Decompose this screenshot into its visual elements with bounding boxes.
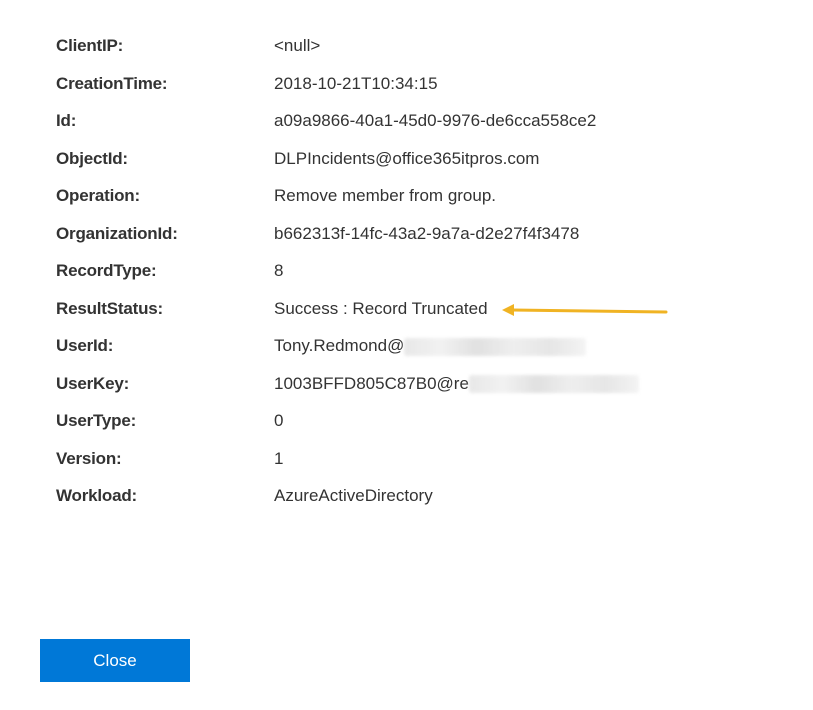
detail-row-workload: Workload: AzureActiveDirectory xyxy=(56,483,776,521)
detail-row-userid: UserId: Tony.Redmond@ xyxy=(56,333,776,371)
detail-value: Success : Record Truncated xyxy=(274,298,488,318)
detail-value: Remove member from group. xyxy=(274,186,497,205)
detail-value: AzureActiveDirectory xyxy=(274,486,433,505)
detail-label: ClientIP: xyxy=(56,36,124,55)
redacted-text xyxy=(468,375,639,394)
detail-row-operation: Operation: Remove member from group. xyxy=(56,183,776,221)
detail-label: ObjectId: xyxy=(56,148,128,168)
detail-value: DLPIncidents@office365itpros.com xyxy=(274,148,540,168)
detail-row-version: Version: 1 xyxy=(56,446,776,484)
detail-row-clientip: ClientIP: <null> xyxy=(56,33,776,71)
detail-value-wrapper: 1003BFFD805C87B0@re xyxy=(274,371,639,397)
detail-label: Operation: xyxy=(56,186,140,205)
detail-value: <null> xyxy=(274,36,321,55)
detail-label: ResultStatus: xyxy=(56,298,163,318)
detail-label: Version: xyxy=(56,448,122,468)
detail-row-recordtype: RecordType: 8 xyxy=(56,258,776,296)
detail-label: Id: xyxy=(56,111,77,130)
detail-label: UserId: xyxy=(56,336,114,355)
detail-row-organizationid: OrganizationId: b662313f-14fc-43a2-9a7a-… xyxy=(56,221,776,259)
detail-row-id: Id: a09a9866-40a1-45d0-9976-de6cca558ce2 xyxy=(56,108,776,146)
detail-label: Workload: xyxy=(56,486,138,505)
detail-label: RecordType: xyxy=(56,261,157,280)
detail-value: b662313f-14fc-43a2-9a7a-d2e27f4f3478 xyxy=(274,223,580,243)
detail-row-userkey: UserKey: 1003BFFD805C87B0@re xyxy=(56,371,776,409)
detail-label: OrganizationId: xyxy=(56,223,178,243)
detail-label: UserKey: xyxy=(56,373,130,393)
redacted-text xyxy=(404,337,587,356)
detail-value: 0 xyxy=(274,411,284,430)
detail-value: 2018-10-21T10:34:15 xyxy=(274,73,438,93)
detail-row-creationtime: CreationTime: 2018-10-21T10:34:15 xyxy=(56,71,776,109)
detail-value: 1003BFFD805C87B0@re xyxy=(274,373,469,393)
close-button[interactable]: Close xyxy=(40,639,190,682)
detail-value: 8 xyxy=(274,261,284,280)
detail-label: CreationTime: xyxy=(56,73,168,93)
audit-record-details: ClientIP: <null> CreationTime: 2018-10-2… xyxy=(56,33,776,521)
detail-row-usertype: UserType: 0 xyxy=(56,408,776,446)
detail-row-objectid: ObjectId: DLPIncidents@office365itpros.c… xyxy=(56,146,776,184)
detail-label: UserType: xyxy=(56,411,137,430)
annotation-arrow-icon xyxy=(502,304,668,316)
detail-value: 1 xyxy=(274,448,284,468)
detail-value: a09a9866-40a1-45d0-9976-de6cca558ce2 xyxy=(274,111,597,130)
detail-value-wrapper: Tony.Redmond@ xyxy=(274,333,587,359)
detail-value: Tony.Redmond@ xyxy=(274,336,405,355)
